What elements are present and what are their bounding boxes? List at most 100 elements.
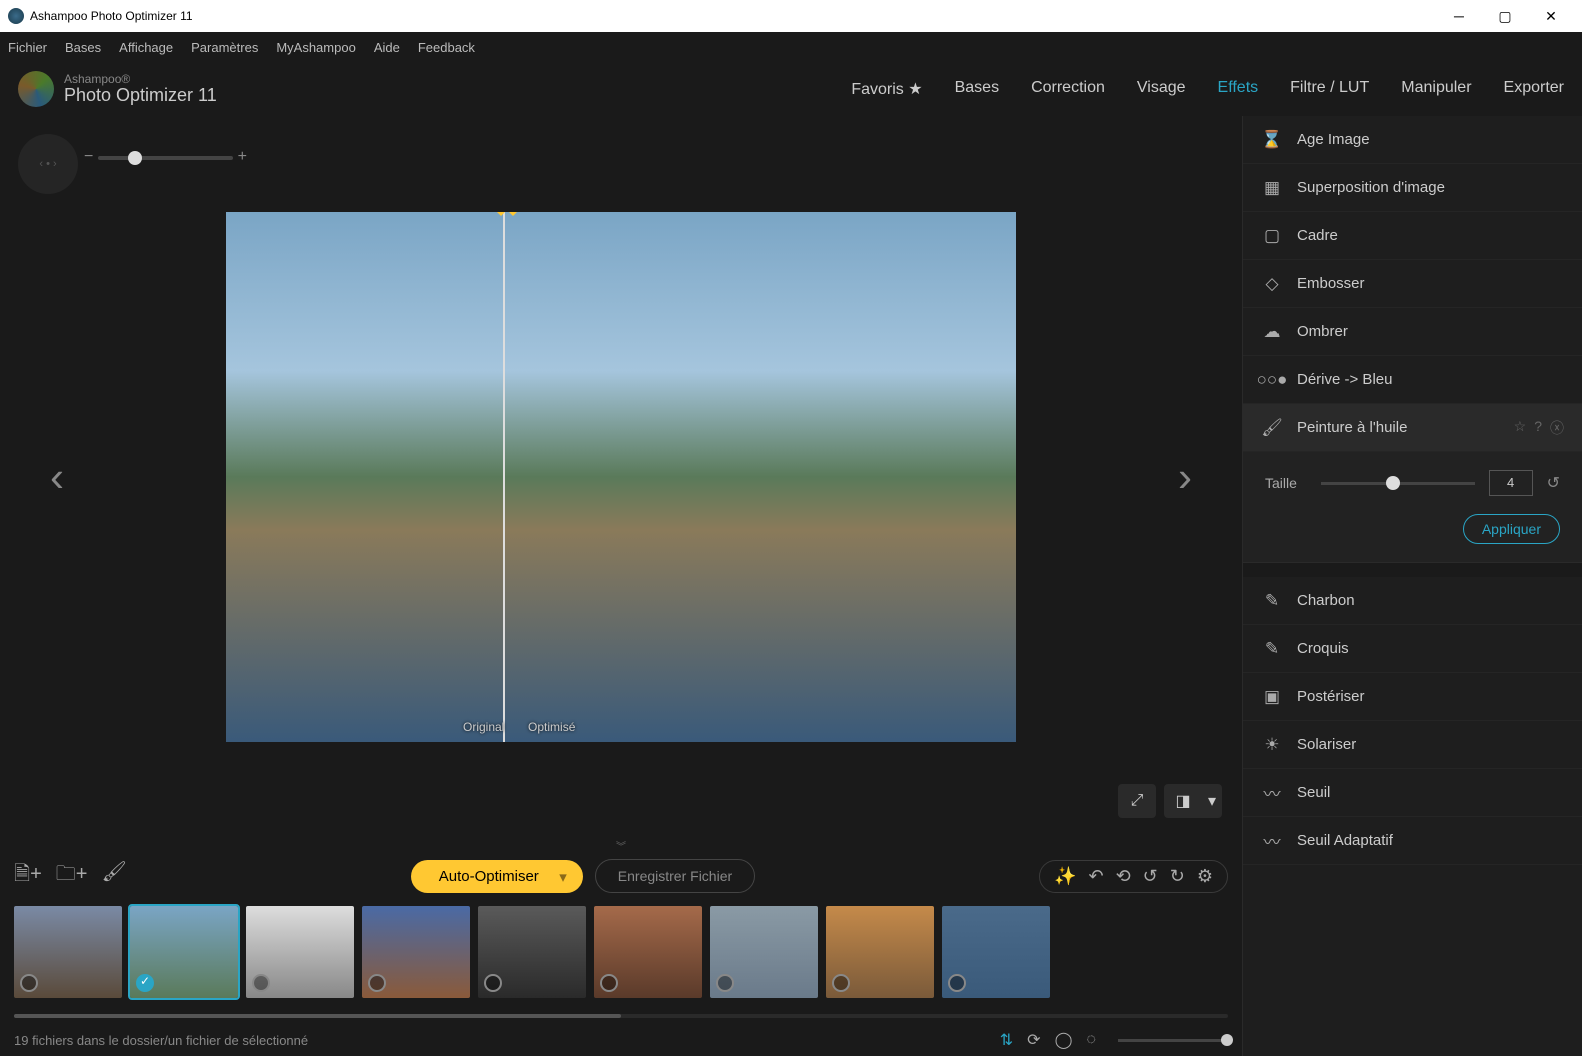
save-file-button[interactable]: Enregistrer Fichier — [595, 859, 755, 893]
thumbnail[interactable] — [246, 906, 354, 998]
close-button[interactable]: ✕ — [1528, 0, 1574, 32]
effect-drift-blue[interactable]: ○○●Dérive -> Bleu — [1243, 356, 1582, 404]
effect-solarize[interactable]: ☀Solariser — [1243, 721, 1582, 769]
thumb-checkbox[interactable] — [832, 974, 850, 992]
rotate-left-icon[interactable]: ↺ — [1143, 866, 1158, 887]
favorite-star-icon[interactable]: ☆ — [1514, 418, 1527, 438]
next-photo-button[interactable]: › — [1158, 433, 1212, 521]
compare-split-handle[interactable] — [503, 212, 505, 742]
thumb-size-slider[interactable] — [1118, 1039, 1228, 1042]
tab-visage[interactable]: Visage — [1137, 79, 1186, 99]
thumb-checkbox[interactable] — [20, 974, 38, 992]
thumbnail[interactable] — [362, 906, 470, 998]
pencil-icon: ✎ — [1261, 638, 1283, 660]
apply-button[interactable]: Appliquer — [1463, 514, 1560, 544]
effect-shade[interactable]: ☁Ombrer — [1243, 308, 1582, 356]
brush-tool-icon[interactable]: 🖌 — [101, 859, 126, 893]
thumb-checkbox[interactable] — [948, 974, 966, 992]
taille-value[interactable]: 4 — [1489, 470, 1533, 496]
tab-correction[interactable]: Correction — [1031, 79, 1105, 99]
compare-mode-button[interactable]: ◨ — [1164, 784, 1202, 818]
thumbnail[interactable] — [942, 906, 1050, 998]
settings-gear-icon[interactable]: ⚙ — [1197, 866, 1213, 887]
undo-all-icon[interactable]: ⟲ — [1116, 866, 1131, 887]
thumbnail[interactable] — [130, 906, 238, 998]
magic-wand-icon[interactable]: ✨ — [1054, 866, 1076, 887]
effect-overlay-image[interactable]: ▦Superposition d'image — [1243, 164, 1582, 212]
menu-item[interactable]: Aide — [374, 40, 400, 55]
menu-item[interactable]: Paramètres — [191, 40, 258, 55]
effect-age-image[interactable]: ⌛Age Image — [1243, 116, 1582, 164]
tab-effets[interactable]: Effets — [1218, 79, 1259, 99]
help-icon[interactable]: ? — [1534, 418, 1542, 438]
effect-emboss[interactable]: ◇Embosser — [1243, 260, 1582, 308]
tab-favoris[interactable]: Favoris ★ — [851, 79, 922, 99]
menu-item[interactable]: MyAshampoo — [276, 40, 355, 55]
logo-brand: Ashampoo® — [64, 73, 217, 86]
effect-sketch[interactable]: ✎Croquis — [1243, 625, 1582, 673]
menu-item[interactable]: Affichage — [119, 40, 173, 55]
minimize-button[interactable]: ─ — [1436, 0, 1482, 32]
overlay-icon: ▦ — [1261, 177, 1283, 199]
frame-icon: ▢ — [1261, 225, 1283, 247]
filmstrip-scrollbar[interactable] — [14, 1014, 1228, 1022]
taille-slider[interactable] — [1321, 482, 1475, 485]
header: Ashampoo® Photo Optimizer 11 Favoris ★ B… — [0, 62, 1582, 116]
refresh-icon[interactable]: ⟳ — [1027, 1030, 1040, 1050]
menu-item[interactable]: Fichier — [8, 40, 47, 55]
check-all-icon[interactable]: ◯ — [1055, 1030, 1073, 1050]
uncheck-all-icon[interactable]: ◌ — [1086, 1031, 1096, 1049]
tab-manipuler[interactable]: Manipuler — [1401, 79, 1471, 99]
titlebar: Ashampoo Photo Optimizer 11 ─ ▢ ✕ — [0, 0, 1582, 32]
pan-control[interactable]: ‹ • › — [18, 134, 78, 194]
effect-oil-paint[interactable]: 🖌 Peinture à l'huile ☆ ? ⓧ — [1243, 404, 1582, 452]
zoom-slider[interactable] — [98, 156, 233, 160]
statusbar: 19 fichiers dans le dossier/un fichier d… — [0, 1024, 1242, 1056]
maximize-button[interactable]: ▢ — [1482, 0, 1528, 32]
menu-item[interactable]: Bases — [65, 40, 101, 55]
collapse-filmstrip-button[interactable]: ︾ — [0, 838, 1242, 852]
hourglass-icon: ⌛ — [1261, 129, 1283, 151]
tab-bases[interactable]: Bases — [955, 79, 999, 99]
logo-product: Photo Optimizer 11 — [64, 86, 217, 106]
thumb-checkbox[interactable] — [368, 974, 386, 992]
sort-icon[interactable]: ⇅ — [1000, 1030, 1013, 1050]
add-file-icon[interactable]: 🗎+ — [14, 859, 42, 893]
optimized-label: Optimisé — [528, 720, 575, 734]
close-effect-icon[interactable]: ⓧ — [1550, 418, 1564, 438]
effect-adaptive-threshold[interactable]: 〰Seuil Adaptatif — [1243, 817, 1582, 865]
effects-sidebar: ⌛Age Image ▦Superposition d'image ▢Cadre… — [1242, 116, 1582, 1056]
filmstrip[interactable] — [0, 900, 1242, 1012]
rotate-right-icon[interactable]: ↻ — [1170, 866, 1185, 887]
effect-charcoal[interactable]: ✎Charbon — [1243, 577, 1582, 625]
effect-posterize[interactable]: ▣Postériser — [1243, 673, 1582, 721]
reset-icon[interactable]: ↺ — [1547, 473, 1560, 493]
thumbnail[interactable] — [594, 906, 702, 998]
thumb-checkbox[interactable] — [716, 974, 734, 992]
effect-frame[interactable]: ▢Cadre — [1243, 212, 1582, 260]
thumb-checkbox[interactable] — [252, 974, 270, 992]
thumbnail[interactable] — [14, 906, 122, 998]
tab-exporter[interactable]: Exporter — [1504, 79, 1564, 99]
fullscreen-button[interactable]: ⤢ — [1118, 784, 1156, 818]
auto-optimize-button[interactable]: Auto-Optimiser — [411, 860, 583, 893]
thumbnail[interactable] — [478, 906, 586, 998]
prev-photo-button[interactable]: ‹ — [30, 433, 84, 521]
pencil-icon: ✎ — [1261, 590, 1283, 612]
wave-icon: 〰 — [1261, 782, 1283, 804]
cloud-icon: ☁ — [1261, 321, 1283, 343]
add-folder-icon[interactable]: 🗀+ — [56, 859, 88, 893]
thumbnail[interactable] — [826, 906, 934, 998]
effect-threshold[interactable]: 〰Seuil — [1243, 769, 1582, 817]
menu-item[interactable]: Feedback — [418, 40, 475, 55]
photo-preview[interactable]: Original Optimisé — [226, 212, 1016, 742]
thumbnail[interactable] — [710, 906, 818, 998]
undo-icon[interactable]: ↶ — [1088, 866, 1103, 887]
tab-filtre[interactable]: Filtre / LUT — [1290, 79, 1369, 99]
thumb-checkbox[interactable] — [484, 974, 502, 992]
window-title: Ashampoo Photo Optimizer 11 — [30, 9, 193, 23]
thumb-checkbox[interactable] — [136, 974, 154, 992]
brush-icon: 🖌 — [1261, 417, 1283, 439]
compare-mode-dropdown[interactable]: ▾ — [1202, 784, 1222, 818]
thumb-checkbox[interactable] — [600, 974, 618, 992]
